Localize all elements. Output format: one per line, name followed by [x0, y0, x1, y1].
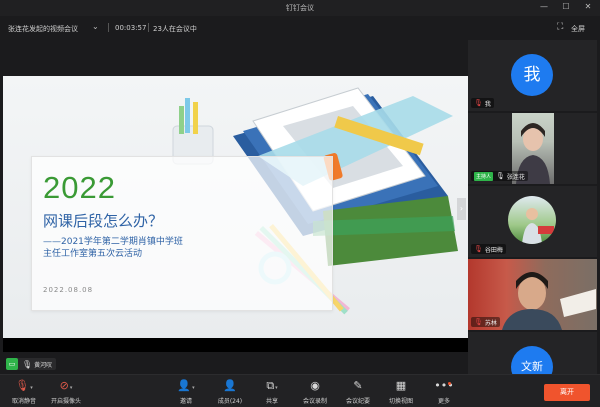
mic-icon: 🎙: [496, 172, 505, 180]
camera-label: 开启摄像头: [50, 398, 81, 405]
members-label: 成员(24): [217, 398, 243, 405]
divider: [148, 23, 149, 32]
members-icon: 👤: [223, 379, 237, 392]
meeting-timer: 00:03:57: [115, 24, 147, 32]
presenter-name: 黄河叹: [34, 361, 53, 369]
slide-date: 2022.08.08: [43, 286, 94, 294]
leave-button[interactable]: 离开: [544, 384, 590, 401]
fullscreen-icon[interactable]: ⛶: [557, 22, 563, 32]
more-button[interactable]: ••• 更多: [422, 379, 466, 405]
unmute-button[interactable]: 🎙▾ 取消静音: [2, 379, 46, 405]
next-slide-arrow[interactable]: ›: [457, 198, 466, 220]
notification-dot: [448, 382, 451, 385]
participant-tile[interactable]: 🎙 谷田梅: [468, 186, 597, 257]
switch-view-button[interactable]: ▦ 切换视图: [379, 379, 423, 405]
notes-icon: ✎: [353, 379, 363, 392]
slide-year: 2022: [43, 170, 116, 205]
participant-nametag: 🎙 我: [471, 98, 494, 108]
participant-tile[interactable]: 🎙 苏林: [468, 259, 597, 330]
participant-tile[interactable]: 我 🎙 我: [468, 40, 597, 111]
slide-subtitle-line2: 主任工作室第五次云活动: [43, 249, 143, 259]
close-button[interactable]: ✕: [582, 2, 594, 11]
participant-name: 谷田梅: [484, 246, 503, 254]
more-label: 更多: [437, 398, 450, 405]
mic-muted-icon: 🎙: [474, 318, 483, 326]
share-label: 共享: [265, 398, 278, 405]
presenter-tag: ▭ 🎙 黄河叹: [6, 358, 57, 370]
divider: [108, 23, 109, 32]
shared-screen[interactable]: 2022 网课后段怎么办？ ——2021学年第二学期肖镇中学班 主任工作室第五次…: [3, 76, 468, 338]
grid-view-icon: ▦: [395, 379, 407, 392]
slide-headline: 网课后段怎么办？: [43, 212, 164, 230]
meeting-window: 钉钉会议 — ☐ ✕ 张连花发起的视频会议 ⌄ 00:03:57 23人在会议中…: [0, 0, 600, 407]
avatar: 我: [511, 54, 553, 96]
meeting-toolbar: 🎙▾ 取消静音 ⊘▾ 开启摄像头 👤▾ 邀请 👤 成员(24) ⧉▾ 共享 ◉ …: [0, 374, 600, 407]
meeting-info-bar: 张连花发起的视频会议 ⌄ 00:03:57 23人在会议中 ⛶ 全屏: [0, 18, 600, 38]
notes-label: 会议纪要: [345, 398, 370, 405]
participant-nametag: 主持人 🎙 张连花: [471, 171, 528, 181]
share-screen-icon: ⧉▾: [266, 379, 278, 392]
window-title: 钉钉会议: [286, 4, 314, 12]
mic-muted-icon: 🎙: [474, 99, 483, 107]
mic-muted-icon: 🎙: [474, 245, 483, 253]
host-badge: 主持人: [474, 171, 494, 181]
participant-nametag: 🎙 苏林: [471, 317, 500, 327]
participant-tile[interactable]: 主持人 🎙 张连花: [468, 113, 597, 184]
fullscreen-button[interactable]: 全屏: [571, 24, 585, 34]
share-letterbox: [3, 338, 468, 352]
participant-nametag: 🎙 谷田梅: [471, 244, 506, 254]
screen-share-icon: ▭: [6, 358, 18, 370]
unmute-label: 取消静音: [11, 398, 36, 405]
minimize-button[interactable]: —: [538, 2, 550, 11]
mic-icon: 🎙: [22, 359, 33, 369]
switch-view-label: 切换视图: [388, 398, 413, 405]
participant-name: 苏林: [484, 319, 497, 327]
participant-panel[interactable]: 我 🎙 我 主持人 🎙 张连花 🎙 谷田梅 🎙 苏林 文新: [468, 40, 598, 380]
invite-button[interactable]: 👤▾ 邀请: [164, 379, 208, 405]
participant-name: 张连花: [506, 173, 525, 181]
record-label: 会议录制: [302, 398, 327, 405]
camera-off-icon: ⊘▾: [59, 379, 73, 392]
participant-name: 我: [484, 100, 491, 108]
meeting-name[interactable]: 张连花发起的视频会议: [8, 24, 78, 34]
notes-button[interactable]: ✎ 会议纪要: [336, 379, 380, 405]
participant-tile[interactable]: 文新: [468, 332, 597, 378]
participant-avatar-photo: [508, 196, 556, 244]
mic-muted-icon: 🎙▾: [15, 379, 33, 392]
chevron-down-icon[interactable]: ⌄: [92, 22, 99, 31]
record-button[interactable]: ◉ 会议录制: [293, 379, 337, 405]
invite-label: 邀请: [179, 398, 192, 405]
share-button[interactable]: ⧉▾ 共享: [250, 379, 294, 405]
camera-button[interactable]: ⊘▾ 开启摄像头: [44, 379, 88, 405]
participant-count[interactable]: 23人在会议中: [153, 24, 197, 34]
record-icon: ◉: [310, 379, 320, 392]
invite-icon: 👤▾: [177, 379, 195, 392]
title-bar: 钉钉会议 — ☐ ✕: [0, 0, 600, 16]
members-button[interactable]: 👤 成员(24): [208, 379, 252, 405]
more-icon: •••: [434, 379, 454, 392]
maximize-button[interactable]: ☐: [560, 2, 572, 11]
